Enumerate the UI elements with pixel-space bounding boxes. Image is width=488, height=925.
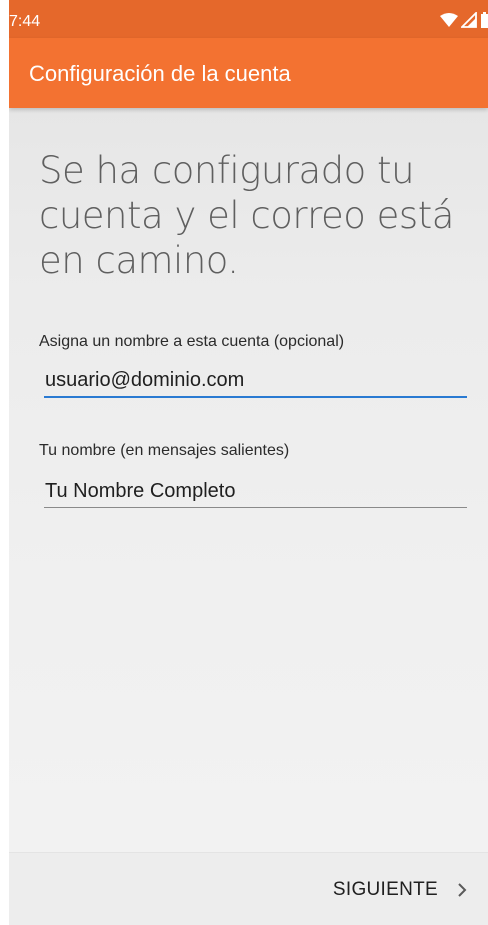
signal-icon bbox=[459, 10, 477, 33]
account-name-underline bbox=[44, 396, 467, 398]
app-title: Configuración de la cuenta bbox=[29, 61, 291, 86]
account-name-label: Asigna un nombre a esta cuenta (opcional… bbox=[39, 333, 345, 350]
status-icons bbox=[440, 10, 488, 33]
account-setup-screen: 7:44 Configuración de la cuenta Se ha co… bbox=[9, 0, 488, 925]
next-button[interactable]: SIGUIENTE bbox=[313, 853, 488, 925]
app-bar: Configuración de la cuenta bbox=[9, 38, 488, 108]
your-name-underline bbox=[44, 507, 467, 508]
status-bar: 7:44 bbox=[9, 0, 488, 38]
setup-complete-headline: Se ha configurado tu cuenta y el correo … bbox=[39, 149, 454, 282]
your-name-input[interactable] bbox=[44, 473, 467, 509]
bottom-bar: SIGUIENTE bbox=[9, 852, 488, 925]
next-button-label: SIGUIENTE bbox=[332, 878, 438, 900]
wifi-icon bbox=[440, 12, 458, 32]
chevron-right-icon bbox=[456, 882, 468, 898]
status-time: 7:44 bbox=[9, 13, 41, 30]
account-name-input[interactable] bbox=[44, 362, 467, 398]
your-name-label: Tu nombre (en mensajes salientes) bbox=[39, 442, 290, 459]
battery-icon bbox=[480, 11, 488, 33]
